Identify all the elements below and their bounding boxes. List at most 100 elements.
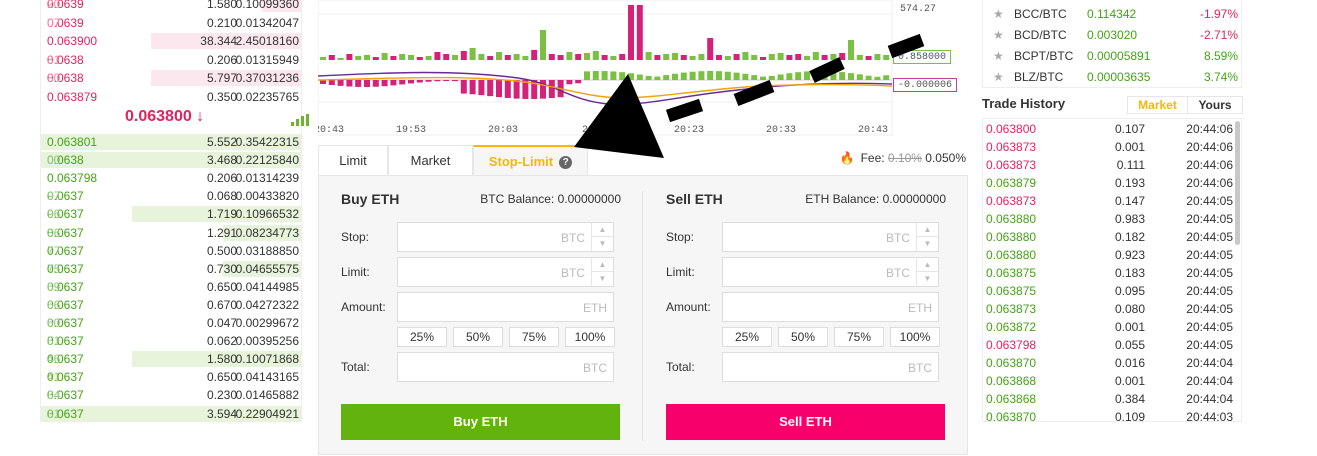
market-row[interactable]: ★ BCPT/BTC 0.00005891 8.59% bbox=[983, 46, 1238, 67]
tab-market-trades[interactable]: Market bbox=[1128, 97, 1188, 113]
macd-bar bbox=[874, 76, 881, 80]
order-book-bid-row[interactable]: 0.063798 0.206 0.01314239 bbox=[41, 169, 301, 187]
chevron-down-icon[interactable]: ▼ bbox=[917, 237, 938, 251]
price-chart[interactable]: 20:43 19:53 20:03 20:13 20:23 20:33 20:43 574.… bbox=[318, 0, 968, 145]
volume-bar bbox=[504, 55, 511, 60]
order-book-ask-row[interactable]: 0.063900 38.344 2.45018160 bbox=[41, 32, 301, 50]
chevron-down-icon[interactable]: ▼ bbox=[592, 272, 613, 286]
buy-pct-50-button[interactable]: 50% bbox=[453, 327, 503, 347]
macd-bar bbox=[328, 80, 335, 85]
star-icon[interactable]: ★ bbox=[993, 46, 1004, 67]
order-book-bid-row[interactable]: 0.0638 00 3.468 0.22125840 bbox=[41, 151, 301, 169]
fee-new: 0.050% bbox=[925, 151, 966, 165]
buy-amount-input[interactable]: ETH bbox=[397, 292, 614, 322]
order-book-bid-row[interactable]: 0.0637 97 0.068 0.00433820 bbox=[41, 187, 301, 205]
scrollbar[interactable] bbox=[1235, 121, 1240, 245]
chart-signal-tag: -0.000006 bbox=[893, 78, 958, 92]
order-book-bid-row[interactable]: 0.0637 77 0.500 0.03188850 bbox=[41, 242, 301, 260]
order-book-bid-row[interactable]: 0.0637 69 0.650 0.04144985 bbox=[41, 278, 301, 296]
volume-bar bbox=[381, 53, 388, 60]
buy-eth-button[interactable]: Buy ETH bbox=[341, 404, 620, 440]
sell-limit-input[interactable]: BTC ▲ ▼ bbox=[722, 257, 939, 287]
chevron-up-icon[interactable]: ▲ bbox=[917, 258, 938, 272]
sell-pct-25-button[interactable]: 25% bbox=[722, 327, 772, 347]
chevron-up-icon[interactable]: ▲ bbox=[592, 223, 613, 237]
star-icon[interactable]: ★ bbox=[993, 25, 1004, 46]
bid-total: 0.22125840 bbox=[235, 153, 299, 168]
order-book-bid-row[interactable]: 0.0637 60 0.047 0.00299672 bbox=[41, 314, 301, 332]
order-book-bid-row[interactable]: 0.063801 5.552 0.35422315 bbox=[41, 133, 301, 151]
tab-stop-limit[interactable]: Stop-Limit? bbox=[473, 145, 588, 175]
sell-amount-input[interactable]: ETH bbox=[722, 292, 939, 322]
order-book-bid-row[interactable]: 0.0637 46 1.580 0.10071868 bbox=[41, 350, 301, 368]
trade-amount: 0.016 bbox=[1114, 356, 1145, 370]
buy-stop-stepper[interactable]: ▲ ▼ bbox=[591, 223, 613, 251]
trade-history-list[interactable]: 0.063800 0.107 20:44:06 0.063873 0.001 20:44:… bbox=[982, 118, 1242, 422]
trade-price: 0.063873 bbox=[986, 158, 1037, 172]
chart-time-label: 20:03 bbox=[488, 125, 518, 136]
chevron-down-icon[interactable]: ▼ bbox=[917, 272, 938, 286]
sell-pct-50-button[interactable]: 50% bbox=[778, 327, 828, 347]
order-book-bid-row[interactable]: 0.0637 75 0.730 0.04655575 bbox=[41, 260, 301, 278]
trade-history-toggle: Market Yours bbox=[1127, 96, 1243, 114]
bid-total: 0.22904921 bbox=[235, 406, 299, 421]
order-book-bid-row[interactable]: 0.0637 31 3.594 0.22904921 bbox=[41, 405, 301, 423]
order-book: 0.0639 20 1.580 0.10099360 0.0639 07 0.210 0.01… bbox=[40, 0, 309, 423]
help-icon[interactable]: ? bbox=[559, 156, 573, 169]
volume-bar bbox=[601, 55, 608, 60]
trade-history-row: 0.063875 0.183 20:44:05 bbox=[983, 264, 1233, 282]
order-book-bid-row[interactable]: 0.0637 51 0.062 0.00395256 bbox=[41, 332, 301, 350]
buy-limit-input[interactable]: BTC ▲ ▼ bbox=[397, 257, 614, 287]
sell-stop-stepper[interactable]: ▲ ▼ bbox=[916, 223, 938, 251]
buy-stop-unit: BTC bbox=[561, 231, 585, 245]
order-book-ask-row[interactable]: 0.0638 80 5.797 0.37031236 bbox=[41, 69, 301, 87]
order-book-ask-row[interactable]: 0.063879 0.350 0.02235765 bbox=[41, 88, 301, 106]
volume-bar bbox=[619, 54, 626, 60]
market-pair: BCC/BTC bbox=[1014, 7, 1067, 21]
sell-limit-stepper[interactable]: ▲ ▼ bbox=[916, 258, 938, 286]
chevron-up-icon[interactable]: ▲ bbox=[592, 258, 613, 272]
sell-stop-input[interactable]: BTC ▲ ▼ bbox=[722, 222, 939, 252]
buy-pct-25-button[interactable]: 25% bbox=[397, 327, 447, 347]
order-book-bid-row[interactable]: 0.0637 41 0.650 0.04143165 bbox=[41, 368, 301, 386]
buy-limit-stepper[interactable]: ▲ ▼ bbox=[591, 258, 613, 286]
chevron-up-icon[interactable]: ▲ bbox=[917, 223, 938, 237]
sell-title: Sell ETH bbox=[666, 191, 723, 207]
macd-bar bbox=[443, 80, 450, 82]
market-row[interactable]: ★ BCD/BTC 0.003020 -2.71% bbox=[983, 25, 1238, 46]
chart-time-label: 20:13 bbox=[582, 125, 612, 136]
order-book-bid-row[interactable]: 0.0637 96 1.719 0.10966532 bbox=[41, 205, 301, 223]
sell-pct-75-button[interactable]: 75% bbox=[834, 327, 884, 347]
market-row[interactable]: ★ BCC/BTC 0.114342 -1.97% bbox=[983, 4, 1238, 25]
market-row[interactable]: ★ BLZ/BTC 0.00003635 3.74% bbox=[983, 67, 1238, 88]
order-book-bid-row[interactable]: 0.0637 34 0.230 0.01465882 bbox=[41, 386, 301, 404]
buy-total-input[interactable]: BTC bbox=[397, 352, 614, 382]
sell-pct-100-button[interactable]: 100% bbox=[890, 327, 940, 347]
chevron-down-icon[interactable]: ▼ bbox=[592, 237, 613, 251]
ask-total: 0.10099360 bbox=[235, 0, 299, 11]
star-icon[interactable]: ★ bbox=[993, 4, 1004, 25]
volume-bar bbox=[487, 56, 494, 60]
tab-your-trades[interactable]: Yours bbox=[1188, 97, 1242, 113]
order-book-bid-row[interactable]: 0.0637 66 0.670 0.04272322 bbox=[41, 296, 301, 314]
sell-total-input[interactable]: BTC bbox=[722, 352, 939, 382]
star-icon[interactable]: ★ bbox=[993, 67, 1004, 88]
tab-market[interactable]: Market bbox=[388, 145, 473, 175]
trade-time: 20:44:05 bbox=[1186, 266, 1233, 280]
tab-limit[interactable]: Limit bbox=[318, 145, 388, 175]
volume-bar bbox=[680, 55, 687, 60]
market-price: 0.00003635 bbox=[1087, 70, 1151, 84]
buy-stop-input[interactable]: BTC ▲ ▼ bbox=[397, 222, 614, 252]
buy-pct-100-button[interactable]: 100% bbox=[565, 327, 615, 347]
market-change: -1.97% bbox=[1199, 7, 1238, 21]
order-book-ask-row[interactable]: 0.0639 20 1.580 0.10099360 bbox=[41, 0, 301, 13]
trade-price: 0.063870 bbox=[986, 356, 1037, 370]
chart-time-label: 20:43 bbox=[858, 125, 888, 136]
macd-bar bbox=[689, 71, 696, 80]
order-book-ask-row[interactable]: 0.0639 07 0.210 0.01342047 bbox=[41, 14, 301, 32]
sell-eth-button[interactable]: Sell ETH bbox=[666, 404, 945, 440]
order-book-bid-row[interactable]: 0.0637 86 1.291 0.08234773 bbox=[41, 224, 301, 242]
order-book-ask-row[interactable]: 0.0638 81 0.206 0.01315949 bbox=[41, 51, 301, 69]
volume-bar bbox=[610, 56, 617, 60]
buy-pct-75-button[interactable]: 75% bbox=[509, 327, 559, 347]
